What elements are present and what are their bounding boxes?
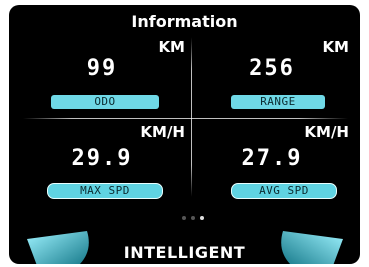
avg-spd-value: 27.9: [241, 146, 303, 171]
page-dot[interactable]: [200, 216, 204, 220]
range-value: 256: [249, 56, 295, 81]
page-dot[interactable]: [182, 216, 186, 220]
page-title: Information: [131, 12, 238, 31]
odo-unit: KM: [158, 38, 185, 56]
max-spd-unit: KM/H: [140, 123, 185, 141]
odo-value: 99: [86, 56, 118, 81]
mode-label[interactable]: INTELLIGENT: [9, 243, 360, 262]
max-spd-button[interactable]: MAX SPD: [47, 183, 163, 199]
page-dot[interactable]: [191, 216, 195, 220]
avg-spd-button[interactable]: AVG SPD: [231, 183, 337, 199]
odo-button[interactable]: ODO: [51, 95, 159, 109]
vertical-divider: [191, 37, 192, 197]
dashboard-screen: Information KM 99 ODO KM 256 RANGE KM/H …: [9, 5, 360, 264]
range-button[interactable]: RANGE: [231, 95, 325, 109]
avg-spd-unit: KM/H: [304, 123, 349, 141]
range-unit: KM: [322, 38, 349, 56]
horizontal-divider: [23, 118, 348, 119]
page-indicator[interactable]: [182, 216, 212, 222]
max-spd-value: 29.9: [71, 146, 133, 171]
